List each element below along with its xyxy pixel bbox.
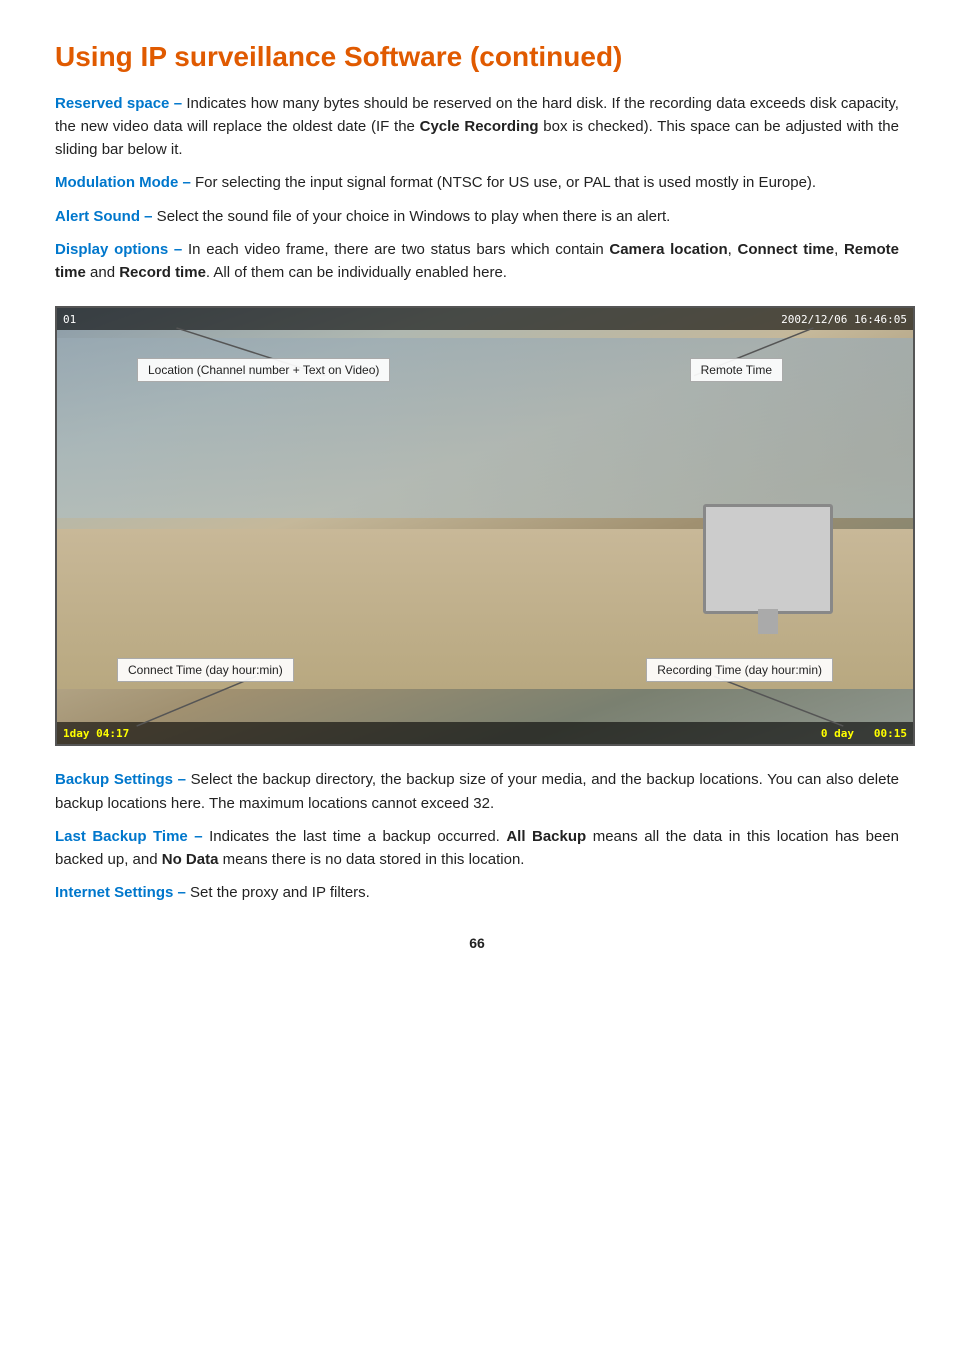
cycle-recording-bold: Cycle Recording	[420, 118, 539, 135]
video-frame: 01 2002/12/06 16:46:05 1day 04:17 0 day …	[55, 306, 915, 746]
last-backup-time-text3: means there is no data stored in this lo…	[218, 851, 524, 868]
camera-location-bold: Camera location	[609, 241, 727, 258]
internet-settings-section: Internet Settings – Set the proxy and IP…	[55, 881, 899, 904]
connect-time-callout-label: Connect Time (day hour:min)	[128, 663, 283, 677]
record-time-bold: Record time	[119, 264, 206, 281]
alert-sound-text: Select the sound file of your choice in …	[153, 208, 671, 225]
alert-sound-section: Alert Sound – Select the sound file of y…	[55, 205, 899, 228]
video-timestamp: 2002/12/06 16:46:05	[781, 313, 907, 326]
reserved-space-term: Reserved space –	[55, 95, 182, 112]
backup-settings-term: Backup Settings –	[55, 771, 186, 788]
channel-id: 01	[63, 313, 76, 326]
display-options-term: Display options –	[55, 241, 182, 258]
monitor-shape	[703, 504, 833, 614]
connect-time-callout: Connect Time (day hour:min)	[117, 658, 294, 682]
last-backup-time-text1: Indicates the last time a backup occurre…	[203, 828, 507, 845]
alert-sound-term: Alert Sound –	[55, 208, 153, 225]
remote-time-callout: Remote Time	[690, 358, 783, 382]
display-options-text1: In each video frame, there are two statu…	[182, 241, 609, 258]
record-time-value: 0 day 00:15	[821, 727, 907, 740]
all-backup-bold: All Backup	[506, 828, 586, 845]
reserved-space-section: Reserved space – Indicates how many byte…	[55, 92, 899, 162]
modulation-mode-term: Modulation Mode –	[55, 174, 191, 191]
video-top-bar: 01 2002/12/06 16:46:05	[57, 308, 913, 330]
modulation-mode-text: For selecting the input signal format (N…	[191, 174, 816, 191]
video-bottom-bar: 1day 04:17 0 day 00:15	[57, 722, 913, 744]
last-backup-time-section: Last Backup Time – Indicates the last ti…	[55, 825, 899, 872]
connect-time-bold: Connect time	[738, 241, 835, 258]
backup-settings-section: Backup Settings – Select the backup dire…	[55, 768, 899, 815]
modulation-mode-section: Modulation Mode – For selecting the inpu…	[55, 171, 899, 194]
recording-time-callout-label: Recording Time (day hour:min)	[657, 663, 822, 677]
recording-time-callout: Recording Time (day hour:min)	[646, 658, 833, 682]
display-options-section: Display options – In each video frame, t…	[55, 238, 899, 285]
remote-time-callout-label: Remote Time	[701, 363, 772, 377]
internet-settings-term: Internet Settings –	[55, 884, 186, 901]
location-callout: Location (Channel number + Text on Video…	[137, 358, 390, 382]
internet-settings-text: Set the proxy and IP filters.	[186, 884, 370, 901]
no-data-bold: No Data	[162, 851, 219, 868]
display-options-text2: . All of them can be individually enable…	[206, 264, 507, 281]
monitor-stand	[758, 609, 778, 634]
page-number: 66	[55, 935, 899, 951]
location-callout-label: Location (Channel number + Text on Video…	[148, 363, 379, 377]
page-title: Using IP surveillance Software (continue…	[55, 40, 899, 74]
last-backup-time-term: Last Backup Time –	[55, 828, 203, 845]
connect-time-value: 1day 04:17	[63, 727, 129, 740]
